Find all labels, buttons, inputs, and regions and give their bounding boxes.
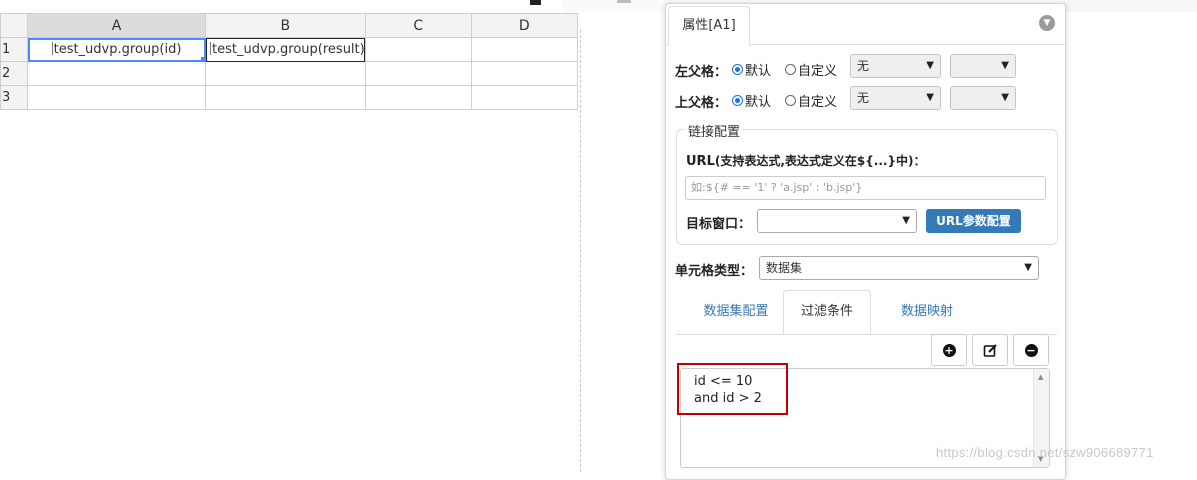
- link-config-legend: 链接配置: [685, 121, 744, 140]
- url-params-button[interactable]: URL参数配置: [926, 209, 1021, 233]
- cell-c1[interactable]: [364, 37, 472, 62]
- cell-c2[interactable]: [364, 61, 472, 86]
- spreadsheet-grid[interactable]: A B C D 1 test_udvp.group(id) test_udvp.…: [0, 13, 578, 110]
- add-filter-button[interactable]: +: [931, 334, 967, 366]
- column-header-b[interactable]: B: [205, 13, 366, 38]
- top-parent-custom-radio[interactable]: 自定义: [785, 91, 837, 110]
- cell-type-select[interactable]: 数据集 ▼: [759, 256, 1039, 280]
- chevron-down-icon: ▼: [902, 215, 910, 226]
- radio-checked-icon: [732, 95, 743, 106]
- select-value: 无: [857, 59, 870, 73]
- chevron-down-icon: ▼: [1001, 60, 1009, 71]
- remove-filter-button[interactable]: −: [1013, 334, 1049, 366]
- radio-label: 默认: [745, 95, 772, 110]
- tab-data-mapping[interactable]: 数据映射: [879, 290, 975, 334]
- radio-label: 默认: [745, 64, 772, 79]
- fill-handle[interactable]: [201, 57, 205, 61]
- cell-b2[interactable]: [205, 61, 366, 86]
- radio-unchecked-icon: [785, 64, 796, 75]
- left-parent-select-2[interactable]: ▼: [950, 54, 1016, 78]
- target-window-select[interactable]: ▼: [757, 209, 917, 233]
- left-parent-select[interactable]: 无 ▼: [850, 54, 941, 78]
- target-window-label: 目标窗口：: [686, 217, 752, 232]
- collapse-icon[interactable]: ▼: [1039, 15, 1055, 31]
- row-header-2[interactable]: 2: [0, 61, 28, 86]
- toolbar-icon[interactable]: [617, 0, 631, 3]
- chevron-down-icon: ▼: [1024, 262, 1032, 273]
- top-parent-select[interactable]: 无 ▼: [850, 86, 941, 110]
- cell-b3[interactable]: [205, 85, 366, 110]
- toolbar-icon[interactable]: [530, 0, 541, 5]
- sheet-corner[interactable]: [0, 13, 28, 38]
- left-parent-label: 左父格：: [675, 65, 728, 80]
- watermark: https://blog.csdn.net/szw906689771: [936, 445, 1154, 460]
- cell-b1[interactable]: test_udvp.group(result): [205, 37, 366, 62]
- row-header-3[interactable]: 3: [0, 85, 28, 110]
- top-parent-label: 上父格：: [675, 96, 728, 111]
- column-header-a[interactable]: A: [27, 13, 206, 38]
- link-config-group: 链接配置 URL(支持表达式,表达式定义在${...}中)： 如:${# == …: [676, 121, 1058, 245]
- cell-d3[interactable]: [470, 85, 578, 110]
- radio-unchecked-icon: [785, 95, 796, 106]
- url-label: URL(支持表达式,表达式定义在${...}中)：: [686, 152, 926, 169]
- minus-circle-icon: −: [1024, 343, 1038, 357]
- tab-filter-conditions[interactable]: 过滤条件: [783, 290, 871, 334]
- chevron-down-icon: ▼: [926, 60, 934, 71]
- url-hint: (支持表达式,表达式定义在${...}中)：: [714, 154, 926, 168]
- select-value: 数据集: [766, 261, 803, 275]
- cell-type-label: 单元格类型：: [675, 264, 754, 279]
- plus-circle-icon: +: [942, 343, 956, 357]
- cell-a1[interactable]: test_udvp.group(id): [27, 37, 206, 62]
- chevron-down-icon: ▼: [926, 92, 934, 103]
- cell-a1-text: test_udvp.group(id): [53, 42, 182, 57]
- select-value: 无: [857, 91, 870, 105]
- cell-b1-text: test_udvp.group(result): [212, 42, 365, 57]
- column-header-c[interactable]: C: [364, 13, 472, 38]
- tab-dataset-config[interactable]: 数据集配置: [684, 290, 788, 334]
- radio-label: 自定义: [798, 64, 838, 79]
- scroll-up-icon[interactable]: ▲: [1038, 373, 1043, 381]
- config-tabs: 数据集配置 过滤条件 数据映射: [676, 290, 1057, 335]
- canvas-divider: [580, 30, 581, 472]
- left-parent-default-radio[interactable]: 默认: [732, 60, 771, 79]
- toolbar-strip: [530, 0, 672, 12]
- top-parent-default-radio[interactable]: 默认: [732, 91, 771, 110]
- tab-properties[interactable]: 属性[A1]: [668, 6, 750, 46]
- cell-a3[interactable]: [27, 85, 206, 110]
- highlight-box: [677, 363, 788, 415]
- chevron-down-icon: ▼: [1001, 92, 1009, 103]
- url-label-text: URL: [686, 154, 715, 169]
- url-input[interactable]: 如:${# == '1' ? 'a.jsp' : 'b.jsp'}: [685, 176, 1046, 200]
- cell-d2[interactable]: [470, 61, 578, 86]
- radio-label: 自定义: [798, 95, 838, 110]
- edit-filter-button[interactable]: [972, 334, 1008, 366]
- left-parent-custom-radio[interactable]: 自定义: [785, 60, 837, 79]
- panel-header: 属性[A1] ▼: [666, 4, 1065, 46]
- radio-checked-icon: [732, 64, 743, 75]
- edit-icon: [983, 343, 997, 357]
- cell-d1[interactable]: [470, 37, 578, 62]
- cell-a2[interactable]: [27, 61, 206, 86]
- toolbar-strip-right: [1064, 0, 1197, 12]
- row-header-1[interactable]: 1: [0, 37, 28, 62]
- cell-c3[interactable]: [364, 85, 472, 110]
- column-header-d[interactable]: D: [470, 13, 578, 38]
- top-parent-select-2[interactable]: ▼: [950, 86, 1016, 110]
